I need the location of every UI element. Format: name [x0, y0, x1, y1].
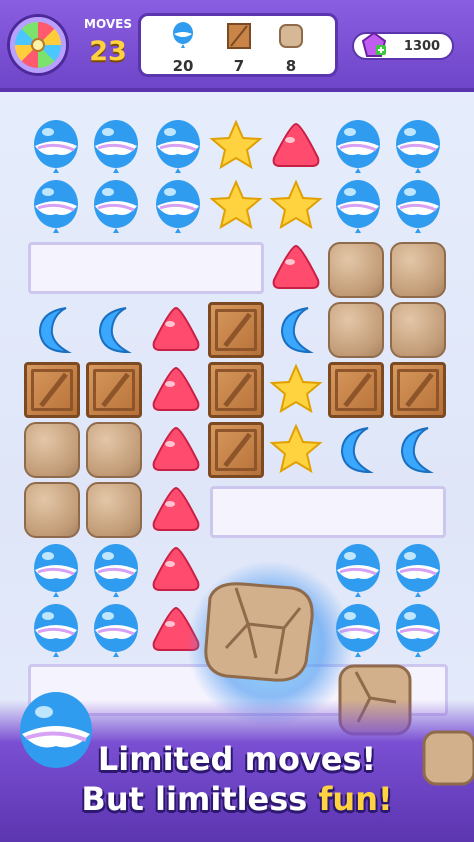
star-piece[interactable] — [271, 425, 321, 472]
goals-panel: 20 7 8 — [138, 13, 338, 77]
balloon-piece[interactable] — [394, 602, 442, 659]
goal-crate-count: 7 — [233, 57, 245, 75]
balloon-piece[interactable] — [92, 602, 140, 659]
goal-rock: 8 — [271, 20, 311, 76]
goal-crate: 7 — [219, 20, 259, 76]
star-piece[interactable] — [211, 181, 261, 228]
banner-title: Limited moves! — [97, 740, 377, 778]
gems-value: 1300 — [403, 39, 441, 54]
balloon-piece[interactable] — [92, 178, 140, 235]
moon-piece[interactable] — [281, 307, 311, 353]
balloon-piece[interactable] — [32, 542, 80, 599]
moves-label: MOVES — [84, 17, 132, 31]
lucky-wheel-icon[interactable] — [10, 17, 66, 73]
moves-counter: 23 — [89, 36, 127, 67]
triangle-piece[interactable] — [272, 245, 320, 289]
goal-rock-count: 8 — [285, 57, 297, 75]
triangle-piece[interactable] — [152, 367, 200, 411]
banner-subtitle: But limitless fun! — [0, 780, 474, 818]
moon-piece[interactable] — [99, 307, 129, 353]
balloon-piece[interactable] — [334, 118, 382, 175]
moon-piece[interactable] — [341, 427, 371, 473]
balloon-piece[interactable] — [394, 118, 442, 175]
balloon-piece[interactable] — [334, 178, 382, 235]
moon-piece[interactable] — [401, 427, 431, 473]
cracked-rock-large — [204, 582, 314, 682]
balloon-piece[interactable] — [92, 542, 140, 599]
balloon-piece[interactable] — [92, 118, 140, 175]
top-bar: MOVES 23 20 7 8 1300 — [0, 0, 474, 92]
star-piece[interactable] — [211, 121, 261, 168]
triangle-piece[interactable] — [152, 487, 200, 531]
star-piece[interactable] — [271, 365, 321, 412]
balloon-piece[interactable] — [394, 178, 442, 235]
balloon-piece[interactable] — [334, 542, 382, 599]
goal-balloon: 20 — [163, 20, 203, 76]
banner-subtitle-accent: fun! — [318, 780, 393, 818]
banner-subtitle-prefix: But limitless — [81, 780, 308, 818]
balloon-piece[interactable] — [32, 118, 80, 175]
triangle-piece[interactable] — [272, 123, 320, 167]
balloon-piece[interactable] — [154, 118, 202, 175]
triangle-piece[interactable] — [152, 547, 200, 591]
star-piece[interactable] — [271, 181, 321, 228]
balloon-piece[interactable] — [32, 602, 80, 659]
triangle-piece[interactable] — [152, 307, 200, 351]
rock-icon — [279, 24, 303, 48]
moon-piece[interactable] — [39, 307, 69, 353]
gems-counter[interactable]: 1300 — [352, 31, 454, 60]
balloon-piece[interactable] — [32, 178, 80, 235]
balloon-icon — [173, 22, 193, 48]
balloon-piece[interactable] — [394, 542, 442, 599]
goal-balloon-count: 20 — [172, 57, 194, 75]
triangle-piece[interactable] — [152, 427, 200, 471]
crate-icon — [227, 23, 251, 49]
gem-plus-icon[interactable] — [360, 31, 388, 59]
balloon-piece[interactable] — [154, 178, 202, 235]
